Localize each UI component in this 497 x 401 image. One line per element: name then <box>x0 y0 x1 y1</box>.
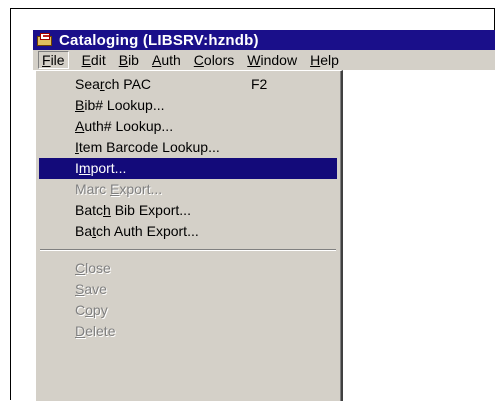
label-part: uth <box>161 52 181 68</box>
label-part: Sea <box>75 76 100 92</box>
label-part: ib <box>128 52 139 68</box>
label-part: C <box>193 52 204 68</box>
menu-item-marc-export[interactable]: Marc Export... <box>39 179 337 200</box>
label-part: lose <box>85 260 111 276</box>
label-part: py <box>92 302 108 318</box>
label-part: C <box>75 260 86 276</box>
shortcut-label: F2 <box>251 76 268 92</box>
label-part: tem Barcode Lookup... <box>78 139 220 155</box>
cataloging-window: Cataloging (LIBSRV:hzndb) File Edit Bib Aut… <box>33 30 495 401</box>
label-part: Bib Export... <box>110 202 191 218</box>
cataloging-app-icon[interactable] <box>36 33 54 47</box>
label-part: ch PAC <box>104 76 152 92</box>
label-part: elete <box>85 323 116 339</box>
window-title: Cataloging (LIBSRV:hzndb) <box>59 31 259 49</box>
label-part: xport... <box>119 181 163 197</box>
file-menu-dropdown: Search PAC F2 Bib# Lookup... Auth# Lookup..… <box>35 70 343 401</box>
label-part: h <box>103 202 111 218</box>
label-part: D <box>75 323 86 339</box>
label-part: uth# Lookup... <box>84 118 174 134</box>
label-part: A <box>151 52 162 68</box>
label-part: S <box>75 281 85 297</box>
menu-bib[interactable]: Bib <box>119 52 139 68</box>
menu-edit[interactable]: Edit <box>82 52 106 68</box>
label-part: o <box>85 302 93 318</box>
menu-item-import[interactable]: Import... <box>39 158 337 179</box>
title-bar[interactable]: Cataloging (LIBSRV:hzndb) <box>33 30 495 50</box>
label-part: W <box>247 52 261 68</box>
menu-item-delete[interactable]: Delete <box>39 321 337 342</box>
label-part: B <box>75 97 85 113</box>
label-part: Ba <box>75 223 93 239</box>
label-part: E <box>110 181 120 197</box>
menu-item-batch-bib-export[interactable]: Batch Bib Export... <box>39 200 337 221</box>
menu-item-copy[interactable]: Copy <box>39 300 337 321</box>
label-part: ave <box>84 281 107 297</box>
label-part: H <box>310 52 321 68</box>
menu-item-close[interactable]: Close <box>39 258 337 279</box>
label-part: indow <box>260 52 298 68</box>
menu-item-auth-lookup[interactable]: Auth# Lookup... <box>39 116 337 137</box>
label-part: ile <box>50 52 65 68</box>
menu-file[interactable]: File <box>38 51 69 69</box>
label-part: port... <box>90 160 127 176</box>
menu-item-save[interactable]: Save <box>39 279 337 300</box>
label-part: Marc <box>75 181 110 197</box>
label-part: C <box>75 302 86 318</box>
label-part: B <box>118 52 129 68</box>
label-part: ch Auth Export... <box>96 223 199 239</box>
label-part: dit <box>90 52 106 68</box>
label-part: ib# Lookup... <box>84 97 165 113</box>
menu-item-bib-lookup[interactable]: Bib# Lookup... <box>39 95 337 116</box>
menu-item-batch-auth-export[interactable]: Batch Auth Export... <box>39 221 337 242</box>
label-part: olors <box>203 52 235 68</box>
menu-help[interactable]: Help <box>310 52 339 68</box>
menu-item-barcode-lookup[interactable]: Item Barcode Lookup... <box>39 137 337 158</box>
menu-colors[interactable]: Colors <box>194 52 234 68</box>
menu-bar: File Edit Bib Auth Colors Window Help <box>33 50 495 70</box>
label-part: elp <box>320 52 339 68</box>
menu-separator <box>40 249 336 251</box>
menu-auth[interactable]: Auth <box>152 52 181 68</box>
label-part: m <box>78 160 91 176</box>
menu-item-search-pac[interactable]: Search PAC F2 <box>39 74 337 95</box>
label-part: Batc <box>75 202 104 218</box>
label-part: F <box>42 52 51 68</box>
label-part: A <box>75 118 85 134</box>
label-part: E <box>81 52 91 68</box>
menu-window[interactable]: Window <box>247 52 297 68</box>
